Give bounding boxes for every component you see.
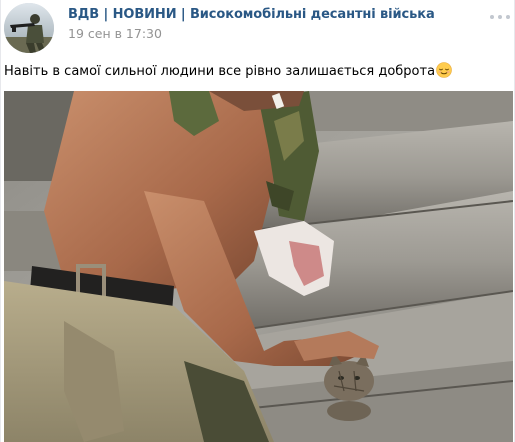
post-text: Навіть в самої сильної людини все рівно … (4, 62, 452, 79)
soldier-kitten-photo (4, 91, 513, 442)
post-text-content: Навіть в самої сильної людини все рівно … (4, 63, 436, 79)
relieved-face-emoji-icon (436, 62, 452, 78)
soldier-avatar-icon (4, 3, 54, 53)
post-photo[interactable] (4, 91, 513, 442)
group-avatar[interactable] (4, 3, 54, 53)
post-date[interactable]: 19 сен в 17:30 (68, 26, 162, 41)
post-card: ВДВ | НОВИНИ | Високомобільні десантні в… (0, 0, 515, 442)
dot (490, 15, 494, 19)
more-options-icon[interactable] (490, 11, 510, 23)
post-header: ВДВ | НОВИНИ | Високомобільні десантні в… (1, 0, 514, 56)
dot (498, 15, 502, 19)
group-name-link[interactable]: ВДВ | НОВИНИ | Високомобільні десантні в… (68, 7, 435, 22)
dot (506, 15, 510, 19)
